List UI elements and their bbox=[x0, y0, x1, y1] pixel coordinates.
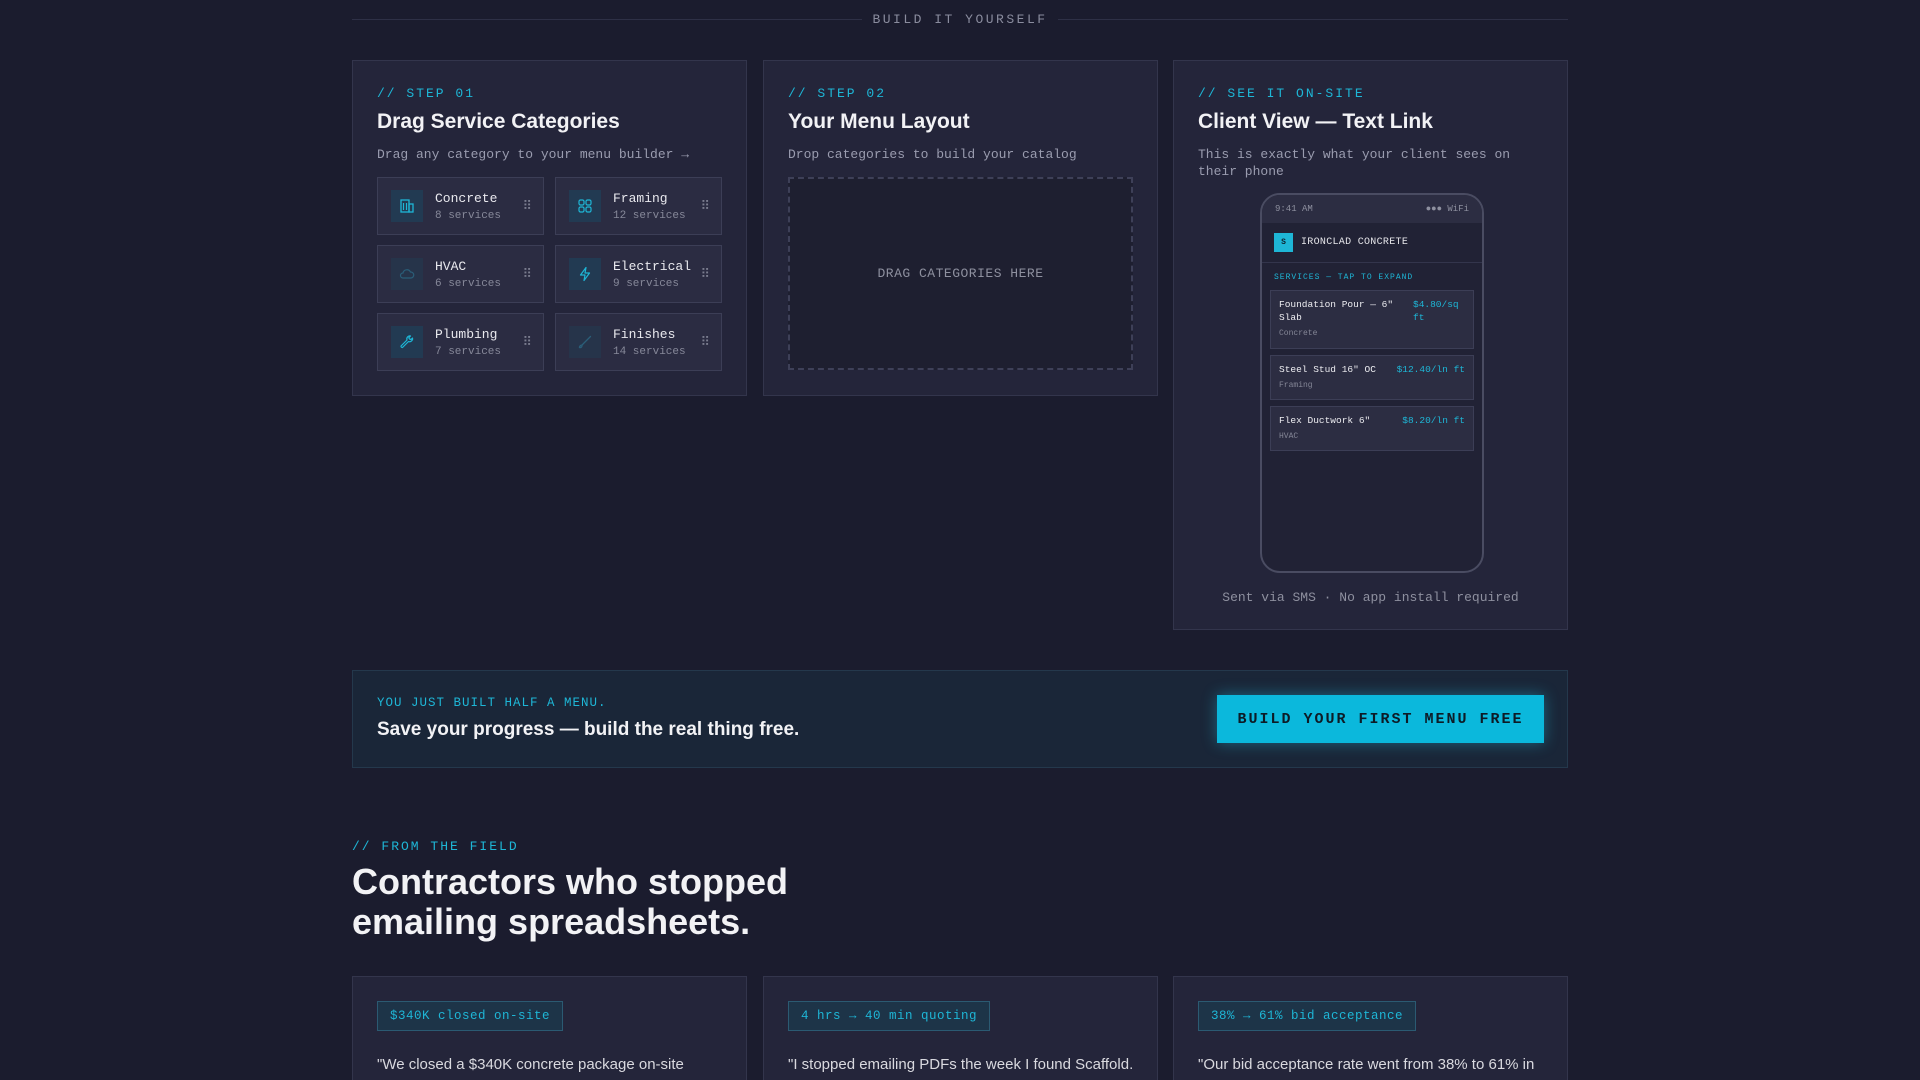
testimonial-badge: 38% → 61% bid acceptance bbox=[1198, 1001, 1417, 1031]
drag-handle-icon[interactable]: ⠿ bbox=[522, 334, 531, 350]
testimonial-card: 38% → 61% bid acceptance "Our bid accept… bbox=[1173, 976, 1568, 1080]
category-count: 7 services bbox=[435, 345, 502, 358]
menu-dropzone[interactable]: DRAG CATEGORIES HERE bbox=[788, 177, 1133, 370]
category-name: Finishes bbox=[613, 326, 676, 342]
phone-status-bar: 9:41 AM ●●● WiFi bbox=[1262, 195, 1482, 223]
category-count: 12 services bbox=[613, 209, 686, 222]
service-category: Concrete bbox=[1279, 329, 1318, 338]
step2-title: Your Menu Layout bbox=[788, 110, 970, 133]
brush-icon bbox=[569, 326, 601, 358]
phone-signal: ●●● WiFi bbox=[1425, 204, 1469, 214]
category-name: Framing bbox=[613, 190, 668, 206]
category-name: Plumbing bbox=[435, 326, 498, 342]
category-plumbing[interactable]: Plumbing 7 services ⠿ bbox=[377, 313, 544, 371]
category-electrical[interactable]: Electrical 9 services ⠿ bbox=[555, 245, 722, 303]
service-price: $4.80/sq ft bbox=[1413, 299, 1459, 323]
category-hvac[interactable]: HVAC 6 services ⠿ bbox=[377, 245, 544, 303]
field-title: Contractors who stopped emailing spreads… bbox=[352, 861, 789, 942]
step2-card: // STEP 02 Your Menu Layout Drop categor… bbox=[763, 60, 1158, 396]
cta-kicker: YOU JUST BUILT HALF A MENU. bbox=[377, 696, 607, 710]
grid-icon bbox=[569, 190, 601, 222]
step1-title: Drag Service Categories bbox=[377, 110, 620, 133]
section-label: BUILD IT YOURSELF bbox=[872, 12, 1048, 27]
category-count: 8 services bbox=[435, 209, 502, 222]
cloud-icon bbox=[391, 258, 423, 290]
step3-title: Client View — Text Link bbox=[1198, 110, 1433, 133]
service-name: Foundation Pour — 6" Slab bbox=[1279, 299, 1394, 323]
category-count: 9 services bbox=[613, 277, 680, 290]
step2-label: // STEP 02 bbox=[788, 86, 887, 101]
category-count: 6 services bbox=[435, 277, 502, 290]
cta-title: Save your progress — build the real thin… bbox=[377, 719, 800, 740]
category-concrete[interactable]: Concrete 8 services ⠿ bbox=[377, 177, 544, 235]
client-view-footer: Sent via SMS · No app install required bbox=[1222, 590, 1519, 605]
testimonial-card: $340K closed on-site "We closed a $340K … bbox=[352, 976, 747, 1080]
service-price: $12.40/ln ft bbox=[1396, 364, 1465, 375]
service-item[interactable]: Flex Ductwork 6" HVAC $8.20/ln ft bbox=[1270, 406, 1474, 451]
phone-header: S IRONCLAD CONCRETE bbox=[1262, 223, 1482, 263]
step3-label: // SEE IT ON-SITE bbox=[1198, 86, 1365, 101]
building-icon bbox=[391, 190, 423, 222]
service-category: Framing bbox=[1279, 381, 1313, 390]
phone-mockup: 9:41 AM ●●● WiFi S IRONCLAD CONCRETE SER… bbox=[1260, 193, 1484, 573]
drag-handle-icon[interactable]: ⠿ bbox=[700, 334, 709, 350]
testimonial-badge: 4 hrs → 40 min quoting bbox=[788, 1001, 991, 1031]
category-finishes[interactable]: Finishes 14 services ⠿ bbox=[555, 313, 722, 371]
category-framing[interactable]: Framing 12 services ⠿ bbox=[555, 177, 722, 235]
testimonial-badge: $340K closed on-site bbox=[377, 1001, 564, 1031]
testimonial-quote: "I stopped emailing PDFs the week I foun… bbox=[788, 1056, 1134, 1080]
step2-subtitle: Drop categories to build your catalog bbox=[788, 147, 1077, 162]
category-grid: Concrete 8 services ⠿ Framing 12 service… bbox=[377, 177, 723, 371]
drag-handle-icon[interactable]: ⠿ bbox=[522, 198, 531, 214]
step1-label: // STEP 01 bbox=[377, 86, 476, 101]
testimonial-card: 4 hrs → 40 min quoting "I stopped emaili… bbox=[763, 976, 1158, 1080]
cta-banner: YOU JUST BUILT HALF A MENU. Save your pr… bbox=[352, 670, 1568, 768]
category-name: HVAC bbox=[435, 258, 467, 274]
field-kicker: // FROM THE FIELD bbox=[352, 839, 519, 854]
lightning-icon bbox=[569, 258, 601, 290]
brand-logo: S bbox=[1274, 233, 1293, 252]
services-heading: SERVICES — TAP TO EXPAND bbox=[1274, 273, 1414, 282]
service-price: $8.20/ln ft bbox=[1402, 415, 1465, 426]
category-name: Concrete bbox=[435, 190, 498, 206]
testimonial-quote: "We closed a $340K concrete package on-s… bbox=[377, 1056, 711, 1080]
wrench-icon bbox=[391, 326, 423, 358]
testimonial-quote: "Our bid acceptance rate went from 38% t… bbox=[1198, 1056, 1535, 1080]
brand-name: IRONCLAD CONCRETE bbox=[1301, 237, 1409, 248]
step1-card: // STEP 01 Drag Service Categories Drag … bbox=[352, 60, 747, 396]
section-divider: BUILD IT YOURSELF bbox=[352, 12, 1568, 27]
step1-subtitle: Drag any category to your menu builder → bbox=[377, 147, 690, 162]
drag-handle-icon[interactable]: ⠿ bbox=[522, 266, 531, 282]
category-name: Electrical bbox=[613, 258, 692, 274]
drag-handle-icon[interactable]: ⠿ bbox=[700, 266, 709, 282]
build-menu-button[interactable]: BUILD YOUR FIRST MENU FREE bbox=[1217, 695, 1544, 743]
service-category: HVAC bbox=[1279, 432, 1299, 441]
phone-time: 9:41 AM bbox=[1275, 204, 1313, 214]
client-view-card: // SEE IT ON-SITE Client View — Text Lin… bbox=[1173, 60, 1568, 630]
drag-handle-icon[interactable]: ⠿ bbox=[700, 198, 709, 214]
step3-subtitle: This is exactly what your client sees on… bbox=[1198, 147, 1511, 179]
category-count: 14 services bbox=[613, 345, 686, 358]
service-item[interactable]: Foundation Pour — 6" Slab Concrete $4.80… bbox=[1270, 290, 1474, 349]
service-item[interactable]: Steel Stud 16" OC Framing $12.40/ln ft bbox=[1270, 355, 1474, 400]
